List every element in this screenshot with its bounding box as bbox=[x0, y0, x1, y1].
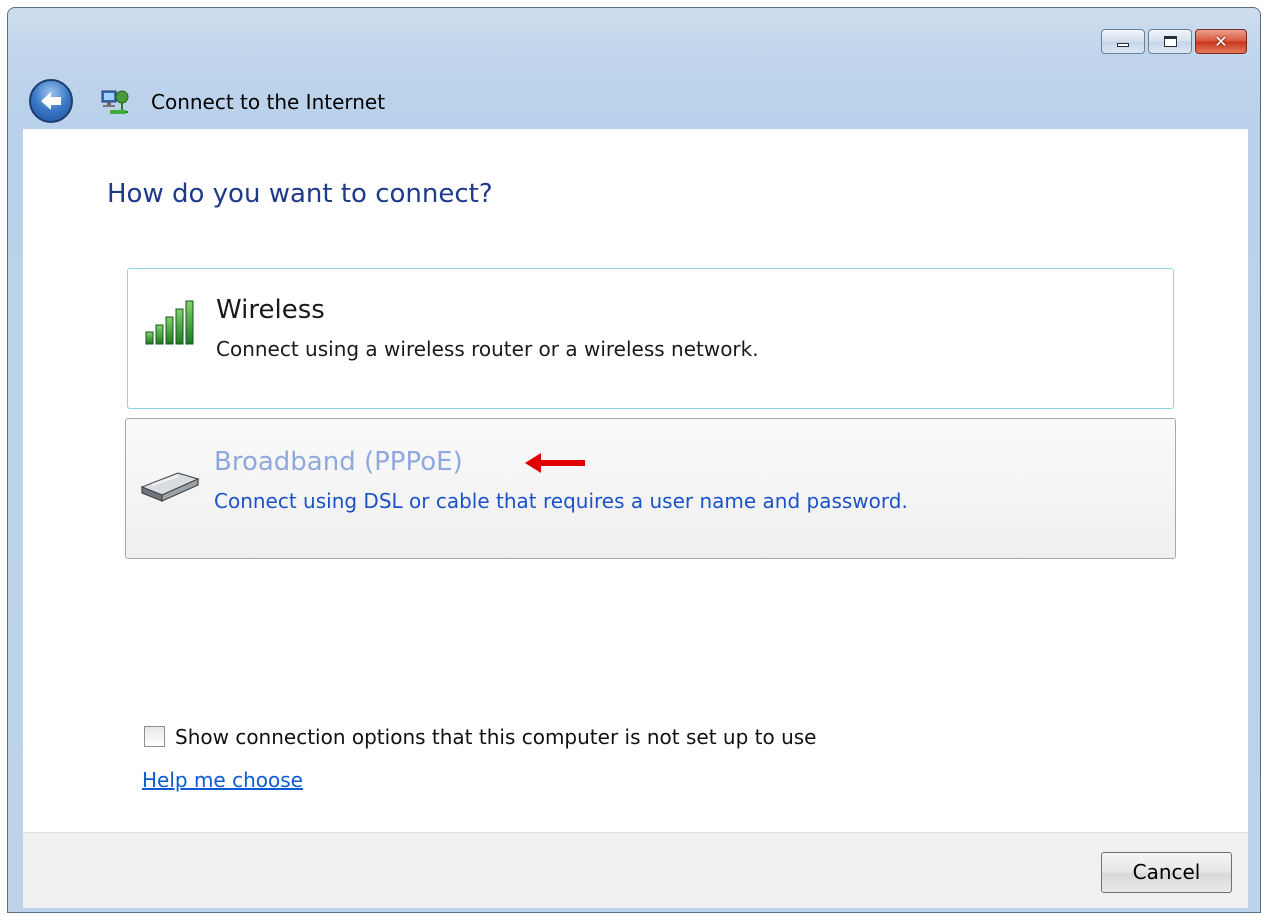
wizard-window: ✕ Connect to the Internet How do you wan… bbox=[7, 7, 1261, 913]
option-broadband-title: Broadband (PPPoE) bbox=[214, 447, 463, 477]
show-options-checkbox[interactable] bbox=[144, 726, 165, 747]
help-me-choose-link[interactable]: Help me choose bbox=[142, 768, 303, 792]
option-broadband-description: Connect using DSL or cable that requires… bbox=[214, 489, 908, 513]
show-options-checkbox-label[interactable]: Show connection options that this comput… bbox=[175, 725, 816, 749]
back-button[interactable] bbox=[29, 79, 73, 123]
window-title: Connect to the Internet bbox=[151, 90, 386, 114]
option-wireless-title: Wireless bbox=[216, 295, 325, 325]
option-broadband[interactable]: Broadband (PPPoE) Connect using DSL or c… bbox=[125, 418, 1176, 559]
minimize-button[interactable] bbox=[1101, 29, 1145, 54]
option-wireless-description: Connect using a wireless router or a wir… bbox=[216, 337, 759, 361]
cancel-button[interactable]: Cancel bbox=[1101, 852, 1232, 893]
minimize-icon bbox=[1117, 43, 1129, 47]
maximize-icon bbox=[1164, 36, 1177, 47]
caption-buttons: ✕ bbox=[1101, 29, 1247, 54]
back-arrow-icon bbox=[41, 92, 61, 110]
network-connection-icon bbox=[101, 90, 129, 114]
option-wireless[interactable]: Wireless Connect using a wireless router… bbox=[127, 268, 1174, 409]
wireless-signal-icon bbox=[145, 300, 194, 345]
red-arrow-annotation-icon bbox=[525, 453, 585, 473]
close-button[interactable]: ✕ bbox=[1195, 29, 1247, 54]
page-heading: How do you want to connect? bbox=[107, 179, 493, 209]
wizard-content: How do you want to connect? Wireless Con… bbox=[23, 129, 1248, 832]
wizard-footer: Cancel bbox=[23, 832, 1248, 908]
close-icon: ✕ bbox=[1214, 32, 1228, 51]
maximize-button[interactable] bbox=[1148, 29, 1192, 54]
broadband-modem-icon bbox=[140, 472, 200, 502]
